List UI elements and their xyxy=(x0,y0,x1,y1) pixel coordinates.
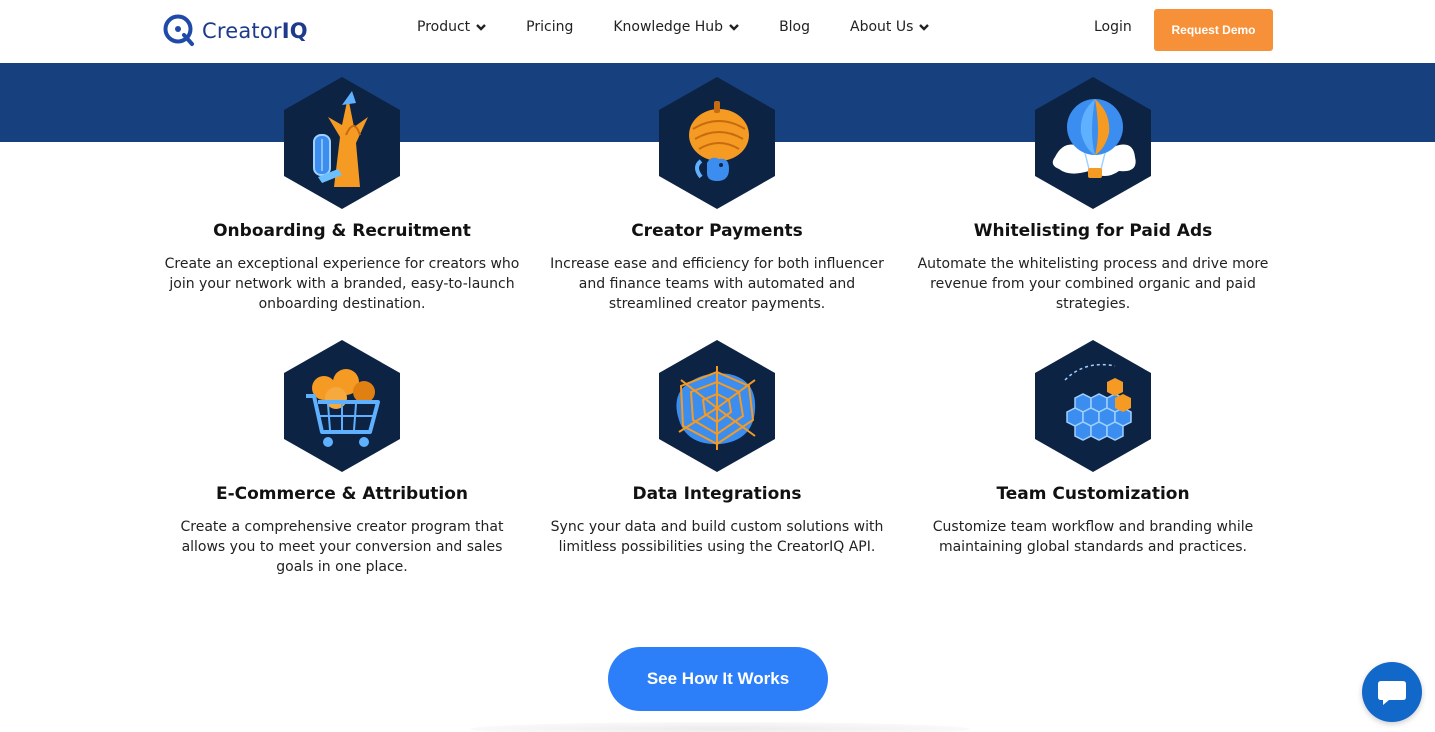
chat-bubble-icon xyxy=(1378,681,1406,705)
feature-onboarding: Onboarding & Recruitment Create an excep… xyxy=(162,77,522,314)
nav-item-blog[interactable]: Blog xyxy=(779,19,810,35)
feature-title: Onboarding & Recruitment xyxy=(213,221,471,241)
feature-description: Create an exceptional experience for cre… xyxy=(164,256,520,312)
feature-title: Team Customization xyxy=(996,484,1190,504)
feature-whitelisting: Whitelisting for Paid Ads Automate the w… xyxy=(913,77,1273,314)
feature-data-integrations: Data Integrations Sync your data and bui… xyxy=(537,340,897,557)
creatoriq-logo[interactable]: CreatorIQ xyxy=(163,14,308,47)
feature-description: Increase ease and efficiency for both in… xyxy=(550,256,884,312)
request-demo-button[interactable]: Request Demo xyxy=(1154,9,1273,51)
see-how-it-works-button[interactable]: See How It Works xyxy=(608,647,828,711)
tree-door-icon xyxy=(284,77,400,209)
hot-air-balloon-icon xyxy=(1035,77,1151,209)
shopping-cart-icon xyxy=(284,340,400,472)
chat-launcher[interactable] xyxy=(1362,662,1422,722)
main-nav: Product Pricing Knowledge Hub Blog About… xyxy=(417,19,930,35)
nav-item-label: Knowledge Hub xyxy=(613,19,724,35)
feature-description: Automate the whitelisting process and dr… xyxy=(917,256,1269,312)
squirrel-acorn-icon xyxy=(659,77,775,209)
feature-team-customization: Team Customization Customize team workfl… xyxy=(913,340,1273,557)
feature-payments: Creator Payments Increase ease and effic… xyxy=(537,77,897,314)
login-link[interactable]: Login xyxy=(1094,19,1132,35)
nav-item-pricing[interactable]: Pricing xyxy=(526,19,573,35)
nav-item-product[interactable]: Product xyxy=(417,19,487,35)
feature-title: Data Integrations xyxy=(632,484,802,504)
spider-web-icon xyxy=(659,340,775,472)
nav-item-label: Blog xyxy=(779,19,811,35)
feature-description: Customize team workflow and branding whi… xyxy=(932,519,1254,555)
nav-item-label: Pricing xyxy=(526,19,574,35)
chevron-down-icon xyxy=(476,24,487,31)
feature-description: Create a comprehensive creator program t… xyxy=(180,519,504,575)
site-header: CreatorIQ Product Pricing Knowledge Hub … xyxy=(0,0,1435,63)
nav-item-about-us[interactable]: About Us xyxy=(850,19,930,35)
feature-title: E-Commerce & Attribution xyxy=(215,484,469,504)
feature-ecommerce: E-Commerce & Attribution Create a compre… xyxy=(162,340,522,577)
nav-item-label: About Us xyxy=(850,19,914,35)
section-shadow xyxy=(470,722,970,732)
chevron-down-icon xyxy=(729,24,739,31)
feature-description: Sync your data and build custom solution… xyxy=(550,519,884,555)
chevron-down-icon xyxy=(919,24,930,31)
feature-title: Whitelisting for Paid Ads xyxy=(973,221,1213,241)
honeycomb-icon xyxy=(1035,340,1151,472)
nav-item-label: Product xyxy=(417,19,471,35)
nav-item-knowledge-hub[interactable]: Knowledge Hub xyxy=(613,19,740,35)
feature-title: Creator Payments xyxy=(631,221,803,241)
logo-wordmark: CreatorIQ xyxy=(202,18,308,43)
logo-q-icon xyxy=(163,14,194,46)
